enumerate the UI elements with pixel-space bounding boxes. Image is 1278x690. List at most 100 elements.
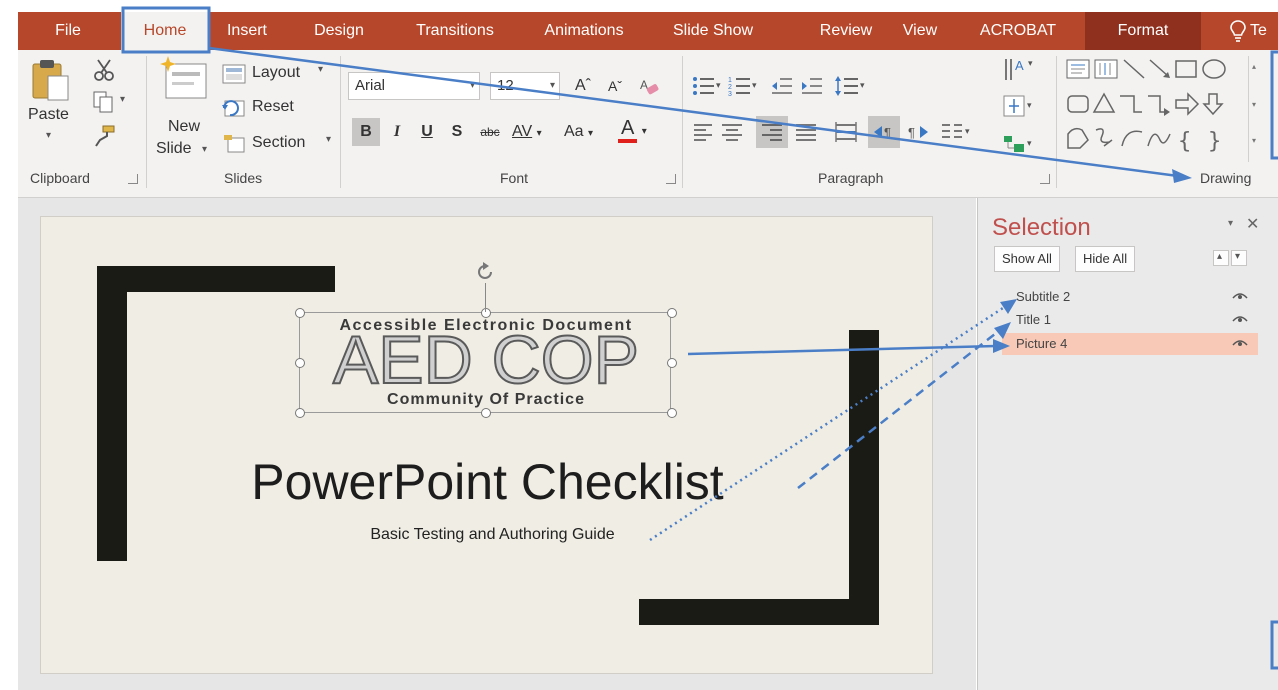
tab-view[interactable]: View [894,12,946,50]
clipboard-dialog-launcher[interactable] [128,174,138,184]
shapes-gallery[interactable]: { } [1064,56,1244,162]
font-color-button[interactable]: A ▾ [618,116,664,144]
svg-text:▾: ▾ [716,80,721,90]
hide-all-button[interactable]: Hide All [1075,246,1136,272]
paste-dropdown-caret[interactable]: ▾ [46,130,51,141]
convert-smartart-icon[interactable]: ▾ [1002,132,1036,156]
tab-animations[interactable]: Animations [528,12,640,50]
font-name-combobox[interactable]: Arial ▾ [348,72,480,100]
show-all-button[interactable]: Show All [994,246,1060,272]
bring-forward-button[interactable]: ▴ [1213,250,1229,266]
right-to-left-icon[interactable]: ¶ [906,120,930,144]
send-backward-button[interactable]: ▾ [1231,250,1247,266]
logo-main-text: AED COP [332,322,640,398]
tab-acrobat[interactable]: ACROBAT [966,12,1070,50]
change-case-button[interactable]: Aa ▾ [564,118,610,146]
section-button[interactable]: Section ▾ [222,132,342,158]
layout-button[interactable]: Layout ▾ [222,62,332,88]
tab-file[interactable]: File [18,12,118,50]
tab-home[interactable]: Home [121,12,209,50]
ribbon-separator [146,56,147,188]
underline-button[interactable]: U [414,118,440,146]
logo-bottom-text: Community Of Practice [387,391,585,408]
svg-text:1: 1 [728,77,732,84]
tab-review[interactable]: Review [814,12,878,50]
slides-group-label: Slides [224,170,263,186]
bullets-icon[interactable]: ▾ [692,74,722,98]
visibility-eye-icon[interactable] [1232,338,1248,348]
resize-handle[interactable] [667,308,677,318]
copy-dropdown-caret[interactable]: ▾ [120,94,125,105]
pane-options-icon[interactable]: ▾ [1228,218,1233,229]
align-text-icon[interactable]: ▾ [1002,94,1036,118]
rotate-handle-icon[interactable] [474,261,496,283]
align-center-icon[interactable] [720,120,744,144]
resize-handle[interactable] [295,308,305,318]
resize-handle[interactable] [667,408,677,418]
text-shadow-button[interactable]: S [444,118,470,146]
svg-text:¶: ¶ [884,125,891,140]
reset-button[interactable]: Reset [222,96,322,122]
frame-bottom-right-horizontal [639,599,879,625]
close-pane-icon[interactable]: ✕ [1246,214,1259,234]
character-spacing-button[interactable]: AV ▾ [512,118,558,146]
format-painter-button[interactable] [92,124,118,150]
align-right-button[interactable] [756,116,788,148]
gallery-more-icon: ▾ [1252,136,1257,145]
increase-indent-icon[interactable] [800,74,824,98]
slide-canvas[interactable]: Accessible Electronic Document AED COP C… [40,216,933,674]
section-caret: ▾ [326,134,332,145]
text-direction-icon[interactable]: A ▾ [1002,56,1036,84]
slide-subtitle[interactable]: Basic Testing and Authoring Guide [41,526,934,544]
shrink-font-button[interactable]: Aˇ [602,72,628,100]
font-dialog-launcher[interactable] [666,174,676,184]
new-slide-button[interactable]: New Slide ▾ [154,56,214,164]
selection-item-title-1[interactable]: Title 1 [1002,309,1258,331]
copy-button[interactable]: ▾ [92,90,138,116]
justify-icon[interactable] [794,120,818,144]
paste-button[interactable]: Paste ▾ [28,58,76,158]
selection-item-subtitle-2[interactable]: Subtitle 2 [1002,286,1258,308]
tell-me-box[interactable]: Te [1226,12,1278,50]
tab-format[interactable]: Format [1085,12,1201,50]
bold-button[interactable]: B [352,118,380,146]
clear-formatting-icon: A [640,78,659,95]
visibility-eye-icon[interactable] [1232,291,1248,301]
grow-font-button[interactable]: Aˆ [570,72,596,100]
svg-text:¶: ¶ [908,125,915,140]
paste-label: Paste [28,106,69,123]
font-size-value: 12 [497,77,514,94]
font-size-combobox[interactable]: 12 ▾ [490,72,560,100]
ribbon-separator [682,56,683,188]
selection-item-picture-4[interactable]: Picture 4 [1002,333,1258,355]
new-slide-caret[interactable]: ▾ [202,144,207,155]
decrease-indent-icon[interactable] [770,74,794,98]
resize-handle[interactable] [481,308,491,318]
resize-handle[interactable] [481,408,491,418]
align-left-icon[interactable] [692,120,716,144]
columns-icon[interactable]: ▾ [940,120,974,144]
line-spacing-icon[interactable]: ▾ [834,74,868,98]
slide-title[interactable]: PowerPoint Checklist [41,453,934,511]
resize-handle[interactable] [295,408,305,418]
strikethrough-button[interactable]: abc [474,118,506,146]
copy-icon [93,91,113,113]
tab-transitions[interactable]: Transitions [400,12,510,50]
cut-button[interactable] [92,58,118,84]
numbering-icon[interactable]: 1 2 3 ▾ [728,74,758,98]
resize-handle[interactable] [667,358,677,368]
distributed-icon[interactable] [834,120,858,144]
logo-picture[interactable]: Accessible Electronic Document AED COP C… [295,308,677,418]
tab-insert[interactable]: Insert [216,12,278,50]
clear-formatting-button[interactable]: A [636,72,662,100]
paragraph-dialog-launcher[interactable] [1040,174,1050,184]
resize-handle[interactable] [295,358,305,368]
font-name-caret: ▾ [469,80,475,91]
selection-item-label: Picture 4 [1016,336,1068,351]
shapes-gallery-scroll[interactable]: ▴ ▾ ▾ [1248,56,1262,162]
tab-slide-show[interactable]: Slide Show [663,12,763,50]
visibility-eye-icon[interactable] [1232,314,1248,324]
ltr-direction-button[interactable]: ¶ [868,116,900,148]
italic-button[interactable]: I [384,118,410,146]
tab-design[interactable]: Design [303,12,375,50]
